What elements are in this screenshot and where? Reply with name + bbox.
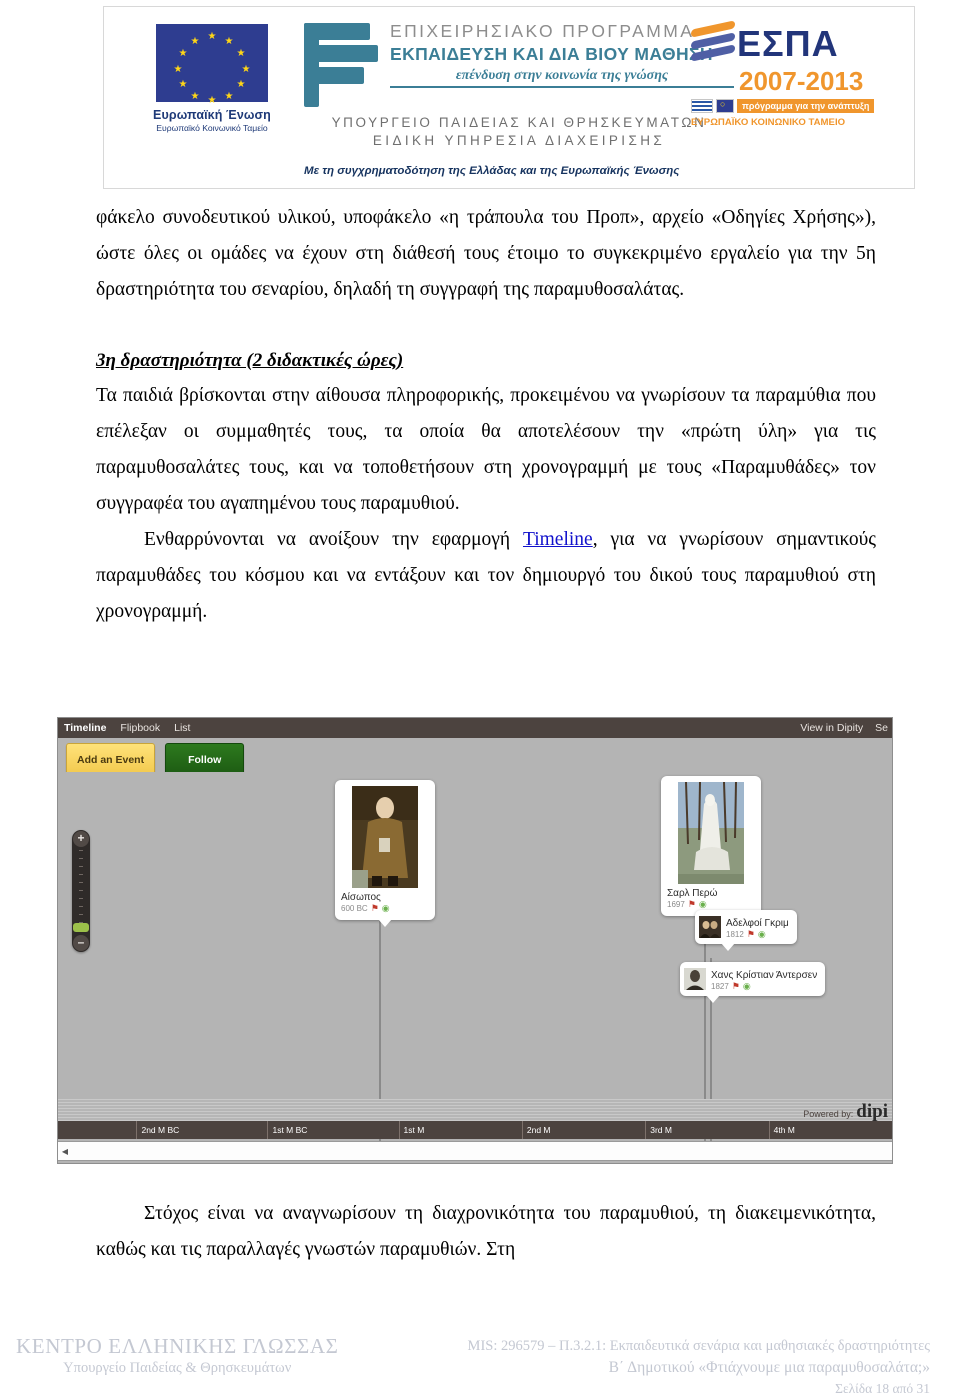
event-title: Χανς Κρίστιαν Άντερσεν	[711, 970, 818, 981]
event-meta: 1697 ⚑ ◉	[667, 899, 755, 910]
horizontal-scrollbar[interactable]: ◀	[58, 1141, 892, 1161]
event-meta: 1827 ⚑ ◉	[711, 981, 817, 992]
espa-tagline: πρόγραμμα για την ανάπτυξη	[737, 99, 875, 113]
eu-title: Ευρωπαϊκή Ένωση	[153, 108, 271, 122]
objective-paragraph: Στόχος είναι να αναγνωρίσουν τη διαχρονι…	[96, 1203, 876, 1260]
espa-waves-icon	[691, 20, 737, 67]
tab-timeline[interactable]: Timeline	[64, 722, 106, 734]
timeline-paragraph-lead: Ενθαρρύνονται να ανοίξουν την εφαρμογή	[144, 529, 523, 550]
footer-institution: ΚΕΝΤΡΟ ΕΛΛΗΝΙΚΗΣ ΓΛΩΣΣΑΣ Υπουργείο Παιδε…	[16, 1334, 338, 1377]
footer-institution-name: ΚΕΝΤΡΟ ΕΛΛΗΝΙΚΗΣ ΓΛΩΣΣΑΣ	[16, 1334, 339, 1358]
event-date: 1827	[711, 982, 729, 991]
event-title: Σαρλ Περώ	[667, 888, 718, 899]
timeline-axis[interactable]: 2nd M BC 1st M BC 1st M 2nd M 3rd M 4th …	[58, 1121, 892, 1139]
greek-flag-icon	[691, 99, 713, 113]
powered-by-label: Powered by:	[803, 1109, 854, 1119]
pin-icon: ⚑	[370, 903, 379, 913]
footer-page-number: Σελίδα 18 από 31	[835, 1381, 930, 1396]
timeline-instruction-paragraph: Ενθαρρύνονται να ανοίξουν την εφαρμογή T…	[96, 522, 876, 630]
pin-icon: ⚑	[746, 929, 755, 939]
axis-tick: 2nd M	[521, 1121, 645, 1139]
card-pointer	[706, 995, 720, 1003]
card-pointer	[721, 943, 735, 951]
event-meta: 600 BC ⚑ ◉	[341, 903, 429, 914]
event-card-aesop[interactable]: Αίσωπος 600 BC ⚑ ◉	[335, 780, 435, 927]
event-thumbnail-perrault	[678, 782, 744, 884]
open-book-icon	[304, 21, 382, 109]
powered-by-dipity: Powered by: dipi	[803, 1101, 888, 1122]
programme-motto: επένδυση στην κοινωνία της γνώσης	[390, 68, 734, 88]
scroll-left-icon[interactable]: ◀	[58, 1147, 72, 1156]
document-body: φάκελο συνοδευτικού υλικού, υποφάκελο «η…	[96, 200, 876, 630]
comment-icon: ◉	[381, 903, 390, 913]
comment-icon: ◉	[757, 929, 766, 939]
axis-tick: 4th M	[768, 1121, 892, 1139]
timeline-top-navbar: Timeline Flipbook List View in Dipity Se	[58, 718, 892, 738]
event-thumbnail-aesop	[352, 786, 418, 888]
event-title: Αδελφοί Γκριμ	[726, 918, 789, 929]
programme-line-2: ΕΚΠΑΙΔΕΥΣΗ ΚΑΙ ΔΙΑ ΒΙΟΥ ΜΑΘΗΣΗ	[390, 44, 713, 64]
funding-header-banner: ★ ★ ★ ★ ★ ★ ★ ★ ★ ★ ★ ★ Ευρωπαϊκή Ένωση …	[103, 6, 915, 189]
tab-flipbook[interactable]: Flipbook	[120, 722, 160, 734]
footer-ministry-name: Υπουργείο Παιδείας & Θρησκευμάτων	[63, 1360, 292, 1376]
espa-wordmark: ΕΣΠΑ	[737, 23, 839, 64]
eu-subtitle: Ευρωπαϊκό Κοινωνικό Ταμείο	[156, 123, 268, 133]
mini-eu-flag-icon	[716, 99, 734, 113]
zoom-slider-handle[interactable]	[73, 923, 89, 932]
zoom-slider[interactable]: + –	[72, 830, 90, 952]
event-thumbnail-grimm	[699, 916, 721, 938]
activity-subheading: 3η δραστηριότητα (2 διδακτικές ώρες)	[96, 350, 404, 371]
eu-logo-block: ★ ★ ★ ★ ★ ★ ★ ★ ★ ★ ★ ★ Ευρωπαϊκή Ένωση …	[142, 24, 282, 133]
event-card-perrault[interactable]: Σαρλ Περώ 1697 ⚑ ◉	[661, 776, 761, 923]
event-title: Αίσωπος	[341, 892, 381, 903]
ministry-line: ΥΠΟΥΡΓΕΙΟ ΠΑΙΔΕΙΑΣ ΚΑΙ ΘΡΗΣΚΕΥΜΑΤΩΝ	[331, 115, 707, 130]
axis-tick: 1st M	[398, 1121, 522, 1139]
event-card-andersen[interactable]: Χανς Κρίστιαν Άντερσεν 1827 ⚑ ◉	[680, 962, 826, 1003]
paragraph-continuation: φάκελο συνοδευτικού υλικού, υποφάκελο «η…	[96, 207, 876, 300]
cofunding-statement: Με τη συγχρηματοδότηση της Ελλάδας και τ…	[304, 165, 680, 177]
event-meta: 1812 ⚑ ◉	[726, 929, 789, 940]
pin-icon: ⚑	[687, 899, 696, 909]
comment-icon: ◉	[742, 981, 751, 991]
zoom-in-icon[interactable]: +	[73, 831, 89, 847]
event-thumbnail-andersen	[684, 968, 706, 990]
axis-tick: 3rd M	[645, 1121, 768, 1139]
axis-tick: 1st M BC	[267, 1121, 398, 1139]
page-footer: ΚΕΝΤΡΟ ΕΛΛΗΝΙΚΗΣ ΓΛΩΣΣΑΣ Υπουργείο Παιδε…	[0, 1328, 960, 1398]
view-in-dipity-link[interactable]: View in Dipity	[800, 722, 863, 734]
activity-description-paragraph: Τα παιδιά βρίσκονται στην αίθουσα πληροφ…	[96, 385, 876, 514]
programme-line-1: ΕΠΙΧΕΙΡΗΣΙΑΚΟ ΠΡΟΓΡΑΜΜΑ	[390, 21, 695, 41]
timeline-ruler-strip	[58, 1099, 892, 1121]
card-pointer	[378, 919, 392, 927]
event-date: 1812	[726, 930, 744, 939]
axis-tick: 2nd M BC	[136, 1121, 267, 1139]
event-card-grimm[interactable]: Αδελφοί Γκριμ 1812 ⚑ ◉	[695, 910, 797, 951]
footer-title-line: Β΄ Δημοτικού «Φτιάχνουμε μια παραμυθοσαλ…	[608, 1359, 930, 1376]
espa-years: 2007-2013	[739, 66, 864, 96]
event-date: 600 BC	[341, 904, 368, 913]
settings-link-truncated[interactable]: Se	[875, 722, 888, 734]
footer-project-info: MIS: 296579 – Π.3.2.1: Εκπαιδευτικά σενά…	[468, 1336, 930, 1399]
footer-mis-line: MIS: 296579 – Π.3.2.1: Εκπαιδευτικά σενά…	[467, 1338, 930, 1354]
comment-icon: ◉	[698, 899, 707, 909]
timeline-app-link[interactable]: Timeline	[523, 529, 593, 550]
dipity-logo: dipi	[856, 1101, 888, 1122]
pin-icon: ⚑	[731, 981, 740, 991]
managing-authority-line: ΕΙΔΙΚΗ ΥΠΗΡΕΣΙΑ ΔΙΑΧΕΙΡΙΣΗΣ	[372, 133, 666, 148]
eu-flag-icon: ★ ★ ★ ★ ★ ★ ★ ★ ★ ★ ★ ★	[156, 24, 268, 106]
tab-list[interactable]: List	[174, 722, 190, 734]
zoom-out-icon[interactable]: –	[73, 935, 89, 951]
zoom-ticks	[79, 850, 83, 930]
document-body-lower: Στόχος είναι να αναγνωρίσουν τη διαχρονι…	[96, 1196, 876, 1268]
espa-fund-name: ΕΥΡΩΠΑΪΚΟ ΚΟΙΝΩΝΙΚΟ ΤΑΜΕΙΟ	[691, 117, 846, 128]
espa-logo-block: ΕΣΠΑ 2007-2013 πρόγραμμα για την ανάπτυξ…	[691, 20, 896, 128]
event-date: 1697	[667, 900, 685, 909]
timeline-app-screenshot: Timeline Flipbook List View in Dipity Se…	[57, 717, 893, 1164]
operational-programme-block: ΕΠΙΧΕΙΡΗΣΙΑΚΟ ΠΡΟΓΡΑΜΜΑ ΕΚΠΑΙΔΕΥΣΗ ΚΑΙ Δ…	[304, 21, 734, 148]
timeline-canvas[interactable]: + – Αίσωπος 600 BC ⚑ ◉ Σαρλ Περώ 1697 ⚑ …	[58, 772, 892, 1150]
